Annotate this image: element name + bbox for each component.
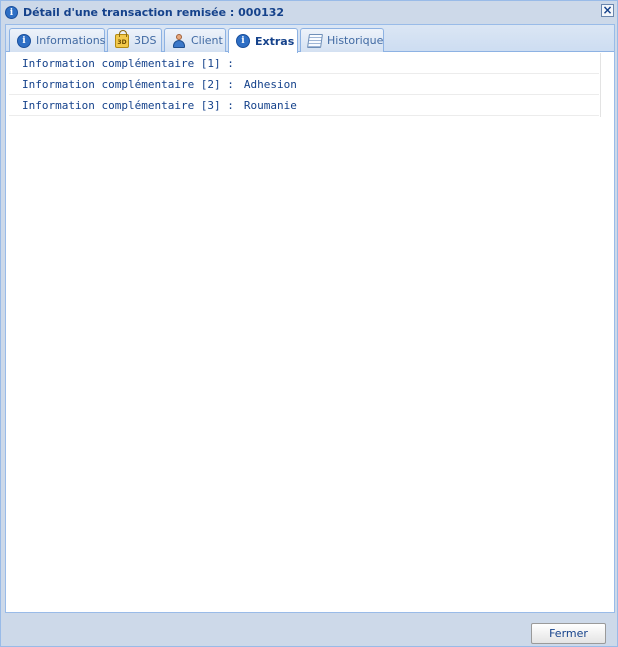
extras-label: Information complémentaire [3] : <box>22 98 234 112</box>
window-titlebar[interactable]: i Détail d'une transaction remisée : 000… <box>1 1 617 23</box>
transaction-detail-window: i Détail d'une transaction remisée : 000… <box>0 0 618 647</box>
tab-3ds[interactable]: 3D 3DS <box>107 28 162 52</box>
tab-extras[interactable]: i Extras <box>228 28 298 53</box>
extras-row: Information complémentaire [3] : Roumani… <box>9 95 599 116</box>
info-icon: i <box>5 5 18 19</box>
tab-label: Historique <box>327 34 384 47</box>
extras-label: Information complémentaire [2] : <box>22 77 234 91</box>
extras-value: Roumanie <box>243 98 297 112</box>
extras-row: Information complémentaire [2] : Adhesio… <box>9 74 599 95</box>
tab-label: Client <box>191 34 223 47</box>
extras-value: Adhesion <box>243 77 297 91</box>
info-icon: i <box>236 34 250 48</box>
close-icon[interactable]: × <box>601 4 614 17</box>
tab-client[interactable]: Client <box>164 28 226 52</box>
tab-informations[interactable]: i Informations <box>9 28 105 52</box>
user-icon <box>172 33 186 48</box>
window-title: Détail d'une transaction remisée : 00013… <box>23 5 285 19</box>
extras-row: Information complémentaire [1] : <box>9 53 599 74</box>
extras-list: Information complémentaire [1] : Informa… <box>9 53 599 116</box>
extras-label: Information complémentaire [1] : <box>22 56 234 70</box>
tab-label: 3DS <box>134 34 157 47</box>
document-icon <box>307 33 323 48</box>
tab-panel: i Informations 3D 3DS Client i Extras Hi… <box>5 24 615 613</box>
close-button[interactable]: Fermer <box>531 623 606 644</box>
tab-label: Extras <box>255 34 295 48</box>
tab-strip: i Informations 3D 3DS Client i Extras Hi… <box>6 25 614 53</box>
tab-label: Informations <box>36 34 106 47</box>
tab-historique[interactable]: Historique <box>300 28 384 52</box>
lock-3d-icon: 3D <box>115 29 129 48</box>
info-icon: i <box>17 33 31 48</box>
